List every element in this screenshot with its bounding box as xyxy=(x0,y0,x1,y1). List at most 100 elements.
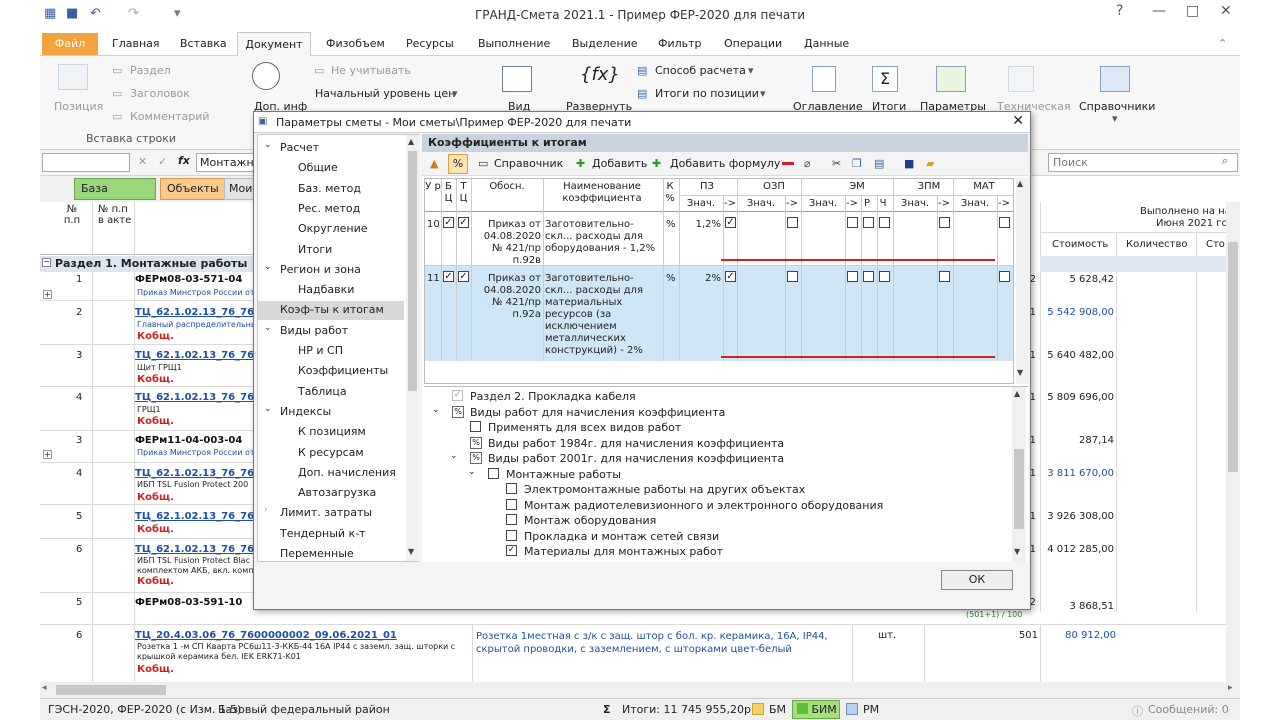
tab-physvolume[interactable]: Физобъем xyxy=(326,37,385,50)
scroll-thumb[interactable] xyxy=(1228,242,1238,472)
tree-item[interactable]: Прокладка и монтаж сетей связи xyxy=(424,529,1004,544)
tree-item[interactable]: Применять для всех видов работ xyxy=(424,420,1004,435)
tab-objects[interactable]: Объекты xyxy=(160,178,232,200)
tree-checkbox[interactable] xyxy=(506,529,517,541)
em-r-checkbox[interactable] xyxy=(863,271,874,282)
main-horizontal-scrollbar[interactable]: ◂ ▸ xyxy=(40,682,1240,698)
chevron-down-icon[interactable]: ⌄ xyxy=(264,404,272,414)
chevron-up-icon[interactable]: ▲ xyxy=(1014,389,1020,398)
accept-icon[interactable]: ✓ xyxy=(158,155,167,168)
chevron-down-icon[interactable]: ▼ xyxy=(1017,368,1023,377)
save-icon[interactable]: ■ xyxy=(904,157,914,170)
open-folder-icon[interactable]: ▰ xyxy=(926,157,934,170)
nav-item[interactable]: Баз. метод xyxy=(258,180,404,199)
tree-item[interactable]: ⌄% Виды работ для начисления коэффициента xyxy=(424,405,1004,420)
tree-item[interactable]: % Виды работ 1984г. для начисления коэффи… xyxy=(424,436,1004,451)
tab-data[interactable]: Данные xyxy=(804,37,849,50)
nav-item[interactable]: › Лимит. затраты xyxy=(258,504,404,523)
bc-checkbox[interactable]: ✓ xyxy=(443,271,454,282)
zpm-arrow-checkbox[interactable] xyxy=(939,271,950,282)
info-icon[interactable]: ⓘ xyxy=(1132,703,1143,719)
tab-operations[interactable]: Операции xyxy=(724,37,782,50)
comment-button[interactable]: Комментарий xyxy=(130,110,210,123)
nav-item[interactable]: К позициям xyxy=(258,423,404,442)
row-justification[interactable]: Приказ от 04.08.2020 № 421/пр п.92в xyxy=(473,219,541,267)
pz-arrow-checkbox[interactable]: ✓ xyxy=(725,271,736,282)
tree-checkbox[interactable] xyxy=(506,483,517,494)
status-rm[interactable]: РМ xyxy=(863,703,879,716)
chevron-down-icon[interactable]: ⌄ xyxy=(264,323,272,333)
copy-icon[interactable]: ❐ xyxy=(852,157,862,170)
tree-checkbox[interactable] xyxy=(506,498,517,510)
row-coef-name[interactable]: Заготовительно-скл... расходы для оборуд… xyxy=(545,219,661,255)
nav-item[interactable]: Округление xyxy=(258,220,404,239)
scroll-thumb[interactable] xyxy=(408,151,417,391)
percent-k-icon[interactable]: % xyxy=(448,154,468,174)
maximize-icon[interactable]: □ xyxy=(1186,3,1199,19)
status-bm[interactable]: БМ xyxy=(769,703,786,716)
nav-item[interactable]: Автозагрузка xyxy=(258,484,404,503)
section-header[interactable]: − Раздел 1. Монтажные работы xyxy=(40,256,254,272)
scroll-thumb[interactable] xyxy=(56,685,166,695)
formula-input[interactable]: Монтажн xyxy=(196,153,256,172)
nav-item[interactable]: ⌄ Расчет xyxy=(258,139,404,158)
em-ch-checkbox[interactable] xyxy=(879,271,890,282)
tab-home[interactable]: Главная xyxy=(112,37,160,50)
row-coef-name[interactable]: Заготовительно-скл... расходы для матери… xyxy=(545,273,661,357)
ok-button[interactable]: ОК xyxy=(941,570,1013,590)
tab-file[interactable]: Файл xyxy=(42,33,98,55)
tab-filter[interactable]: Фильтр xyxy=(658,37,702,50)
mat-arrow-checkbox[interactable] xyxy=(999,271,1010,282)
paste-icon[interactable]: ▤ xyxy=(874,157,884,170)
bc-checkbox[interactable]: ✓ xyxy=(443,217,454,228)
calc-method-dropdown[interactable]: Способ расчета xyxy=(655,64,746,77)
tab-my[interactable]: Мои xyxy=(224,178,254,200)
tab-execution[interactable]: Выполнение xyxy=(478,37,550,50)
tab-document[interactable]: Документ xyxy=(237,32,311,57)
row-pz-value[interactable]: 2% xyxy=(681,273,721,285)
help-icon[interactable]: ? xyxy=(1116,3,1123,19)
position-totals-dropdown[interactable]: Итоги по позиции xyxy=(655,87,759,100)
tree-item[interactable]: ✓ Раздел 2. Прокладка кабеля xyxy=(424,389,1004,404)
bim-toggle[interactable]: БИМ xyxy=(792,700,840,719)
tree-item[interactable]: Монтаж радиотелевизионного и электронног… xyxy=(424,498,1004,513)
ozp-arrow-checkbox[interactable] xyxy=(787,217,798,228)
cancel-icon[interactable]: ✕ xyxy=(138,155,147,168)
cut-icon[interactable]: ✂ xyxy=(832,157,841,170)
tc-checkbox[interactable]: ✓ xyxy=(458,271,469,282)
row-code[interactable]: ТЦ_20.4.03.06_76_7600000002_09.06.2021_0… xyxy=(135,630,397,641)
em-r-checkbox[interactable] xyxy=(863,217,874,228)
heading-button[interactable]: Заголовок xyxy=(130,87,190,100)
nav-item[interactable]: Рес. метод xyxy=(258,200,404,219)
nav-item[interactable]: Итоги xyxy=(258,241,404,260)
zpm-arrow-checkbox[interactable] xyxy=(939,217,950,228)
dialog-close-icon[interactable]: ✕ xyxy=(1012,113,1024,129)
tree-item[interactable]: ⌄ Монтажные работы xyxy=(424,467,1004,482)
fx-icon[interactable]: fx xyxy=(178,154,190,167)
chevron-down-icon[interactable]: ▼ xyxy=(1014,547,1020,556)
row-pz-value[interactable]: 1,2% xyxy=(681,219,721,231)
nav-item[interactable]: К ресурсам xyxy=(258,444,404,463)
tree-scrollbar[interactable]: ▲ ▼ xyxy=(1012,387,1026,563)
row-justification[interactable]: Приказ от 04.08.2020 № 421/пр п.92а xyxy=(473,273,541,321)
name-box[interactable] xyxy=(42,153,130,172)
chevron-down-icon[interactable]: ▾ xyxy=(452,87,458,100)
tab-selection[interactable]: Выделение xyxy=(572,37,638,50)
nav-item[interactable]: Доп. начисления xyxy=(258,464,404,483)
reference-button[interactable]: Справочник xyxy=(494,157,563,170)
main-vertical-scrollbar[interactable] xyxy=(1226,202,1240,682)
percent-icon[interactable]: % xyxy=(470,436,482,449)
status-region[interactable]: Базовый федеральный район xyxy=(218,703,390,716)
delete-icon[interactable] xyxy=(782,162,794,165)
tc-checkbox[interactable]: ✓ xyxy=(458,217,469,228)
chevron-down-icon[interactable]: ▼ xyxy=(408,547,414,556)
chevron-down-icon[interactable]: ▾ xyxy=(1112,112,1118,125)
row-code[interactable]: ФЕРм08-03-591-10 xyxy=(135,597,242,608)
ozp-arrow-checkbox[interactable] xyxy=(787,271,798,282)
status-messages[interactable]: Сообщений: 0 xyxy=(1148,703,1229,716)
nav-item[interactable]: Тендерный к-т xyxy=(258,525,404,544)
nav-item[interactable]: Общие xyxy=(258,159,404,178)
nav-item[interactable]: Переменные xyxy=(258,545,404,564)
percent-icon[interactable]: % xyxy=(470,452,482,464)
chevron-down-icon[interactable]: ▾ xyxy=(760,87,766,100)
